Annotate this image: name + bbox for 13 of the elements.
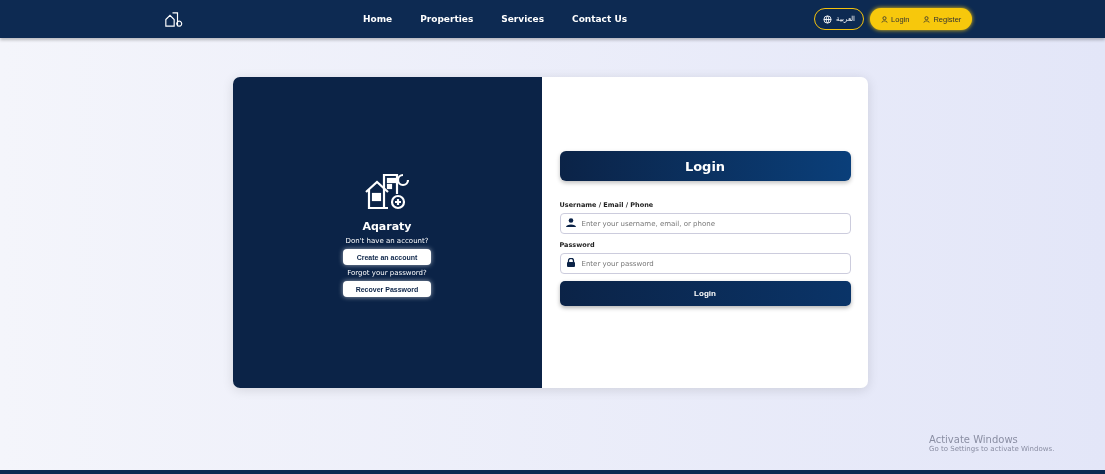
- person-icon: [923, 15, 931, 23]
- user-icon: [565, 218, 576, 227]
- activation-title: Activate Windows: [929, 434, 1019, 445]
- person-icon: [881, 15, 889, 23]
- login-button[interactable]: Login: [559, 281, 851, 306]
- nav-link[interactable]: Contact Us: [572, 14, 628, 24]
- globe-icon: [823, 14, 833, 24]
- nav-link[interactable]: Services: [501, 14, 545, 24]
- brand-name: Aqaraty: [362, 220, 412, 233]
- nav-link[interactable]: Home: [363, 14, 393, 24]
- nav-link[interactable]: Properties: [420, 14, 474, 24]
- lock-icon: [565, 258, 576, 267]
- login-header: Login: [559, 151, 851, 181]
